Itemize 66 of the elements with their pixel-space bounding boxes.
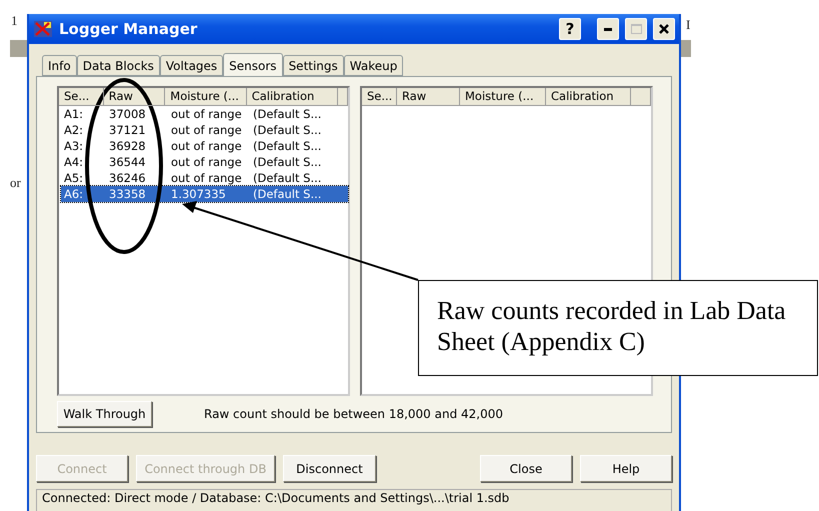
- moisture-cell-text: out of range: [170, 170, 243, 186]
- calibration-cell-text: (Default S...: [252, 170, 322, 186]
- sensor-row[interactable]: A2: 37121 out of range (Default S...: [61, 122, 348, 138]
- sensor-cell-text: A5:: [63, 170, 84, 186]
- sensor-row[interactable]: A4: 36544 out of range (Default S...: [61, 154, 348, 170]
- column-header[interactable]: Raw: [104, 88, 166, 106]
- header-filler: [338, 88, 348, 106]
- sensor-cell-text: A6:: [63, 186, 84, 202]
- column-header[interactable]: Moisture (...: [460, 88, 546, 106]
- moisture-cell-text: out of range: [170, 154, 243, 170]
- calibration-cell-text: (Default S...: [252, 122, 322, 138]
- calibration-cell-text: (Default S...: [252, 106, 322, 122]
- moisture-cell-text: 1.307335: [170, 186, 227, 202]
- window-title: Logger Manager: [59, 20, 198, 38]
- raw-cell-text: 37008: [108, 106, 147, 122]
- raw-cell-text: 36544: [108, 154, 147, 170]
- close-icon: [659, 24, 669, 34]
- column-header[interactable]: Calibration: [546, 88, 631, 106]
- background-bar: [10, 40, 27, 57]
- annotation-callout: Raw counts recorded in Lab Data Sheet (Appendix C): [418, 280, 818, 376]
- sensor-row[interactable]: A5: 36246 out of range (Default S...: [61, 170, 348, 186]
- tab[interactable]: Voltages: [160, 55, 224, 76]
- minimize-button[interactable]: [597, 18, 619, 40]
- column-header[interactable]: Calibration: [246, 88, 338, 106]
- page-number: 1: [11, 13, 18, 29]
- sensor-cell-text: A1:: [63, 106, 84, 122]
- calibration-cell-text: (Default S...: [252, 186, 322, 202]
- moisture-cell-text: out of range: [170, 106, 243, 122]
- moisture-cell-text: out of range: [170, 138, 243, 154]
- raw-cell-text: 33358: [108, 186, 147, 202]
- close-button[interactable]: [653, 18, 675, 40]
- raw-cell-text: 36928: [108, 138, 147, 154]
- minimize-icon: [604, 28, 612, 30]
- help-dialog-button[interactable]: Help: [580, 455, 672, 482]
- sensor-cell-text: A2:: [63, 122, 84, 138]
- disconnect-button[interactable]: Disconnect: [283, 455, 376, 482]
- sensor-row[interactable]: A1: 37008 out of range (Default S...: [61, 106, 348, 122]
- app-icon: [33, 20, 53, 38]
- sensor-row[interactable]: A3: 36928 out of range (Default S...: [61, 138, 348, 154]
- background-bar: [681, 40, 691, 57]
- help-button[interactable]: ?: [559, 18, 581, 40]
- raw-cell-text: 37121: [108, 122, 147, 138]
- column-header[interactable]: Moisture (...: [165, 88, 247, 106]
- sensor-cell-text: A3:: [63, 138, 84, 154]
- calibration-cell-text: (Default S...: [252, 138, 322, 154]
- calibration-cell-text: (Default S...: [252, 154, 322, 170]
- walk-through-button[interactable]: Walk Through: [57, 401, 152, 428]
- sensor-cell-text: A4:: [63, 154, 84, 170]
- tab[interactable]: Wakeup: [344, 55, 404, 76]
- maximize-icon: [630, 24, 642, 34]
- close-dialog-button[interactable]: Close: [480, 455, 572, 482]
- column-header[interactable]: Se...: [362, 88, 397, 106]
- raw-cell-text: 36246: [108, 170, 147, 186]
- column-header[interactable]: Se...: [59, 88, 104, 106]
- moisture-cell-text: out of range: [170, 122, 243, 138]
- tab[interactable]: Data Blocks: [76, 55, 160, 76]
- background-text: I: [686, 17, 690, 33]
- tab[interactable]: Settings: [282, 55, 344, 76]
- tab[interactable]: Sensors: [223, 53, 283, 77]
- background-text: or: [10, 175, 21, 191]
- range-hint: Raw count should be between 18,000 and 42,000: [204, 407, 503, 422]
- header-filler: [631, 88, 651, 106]
- status-bar: Connected: Direct mode / Database: C:\Documents and Settings\...\trial 1.sdb: [36, 489, 672, 511]
- column-header[interactable]: Raw: [397, 88, 460, 106]
- tab[interactable]: Info: [42, 55, 77, 76]
- sensor-row[interactable]: A6: 33358 1.307335 (Default S...: [61, 186, 348, 202]
